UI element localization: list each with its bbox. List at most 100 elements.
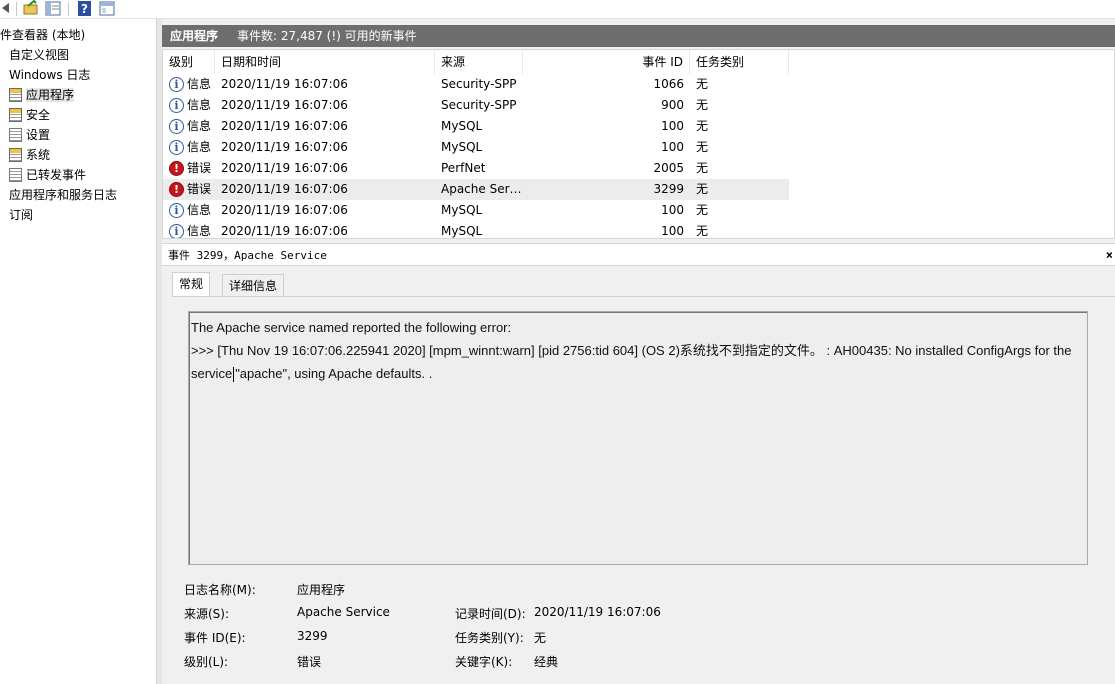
message-text: service — [191, 366, 233, 381]
table-row[interactable]: ! 错误 2020/11/19 16:07:06 Apache Ser… 3299 无 — [163, 179, 789, 200]
tree-item-app-service-logs[interactable]: 应用程序和服务日志 — [0, 185, 117, 205]
event-id-cell: 2005 — [653, 161, 684, 175]
message-line: service "apache", using Apache defaults. … — [191, 362, 1085, 385]
detail-title: 事件 3299，Apache Service — [168, 249, 327, 262]
forwarded-log-icon — [9, 167, 22, 182]
datetime-cell: 2020/11/19 16:07:06 — [221, 203, 348, 217]
tree-item-system[interactable]: 系统 — [9, 145, 50, 165]
table-row[interactable]: i 信息 2020/11/19 16:07:06 MySQL 100 无 — [163, 137, 789, 158]
log-name-value: 应用程序 — [297, 583, 346, 597]
datetime-cell: 2020/11/19 16:07:06 — [221, 224, 348, 238]
event-id-label: 事件 ID(E): — [184, 631, 246, 645]
info-icon: i — [169, 119, 184, 134]
message-line: >>> [Thu Nov 19 16:07:06.225941 2020] [m… — [191, 343, 1072, 358]
event-id-cell: 3299 — [653, 182, 684, 196]
source-cell: Apache Ser… — [441, 182, 522, 196]
task-category-cell: 无 — [696, 224, 709, 238]
column-header-datetime[interactable]: 日期和时间 — [215, 50, 435, 74]
source-cell: MySQL — [441, 224, 483, 238]
event-id-cell: 100 — [661, 119, 684, 133]
table-row[interactable]: i 信息 2020/11/19 16:07:06 MySQL 100 无 — [163, 116, 789, 137]
tab-general[interactable]: 常规 — [172, 272, 211, 297]
task-category-cell: 无 — [696, 203, 709, 217]
task-category-cell: 无 — [696, 119, 709, 133]
event-detail-pane: 事件 3299，Apache Service × 常规 详细信息 The Apa… — [162, 243, 1115, 684]
task-category-cell: 无 — [696, 182, 709, 196]
open-folder-icon[interactable] — [22, 0, 40, 17]
message-text: "apache", using Apache defaults. . — [235, 366, 433, 381]
source-cell: Security-SPP — [441, 77, 517, 91]
event-id-value: 3299 — [297, 629, 328, 643]
security-log-icon — [9, 107, 22, 122]
task-category-cell: 无 — [696, 98, 709, 112]
properties-pane-icon[interactable] — [98, 0, 116, 17]
info-icon: i — [169, 203, 184, 218]
toolbar-separator — [16, 2, 17, 16]
tree-item-forwarded-events[interactable]: 已转发事件 — [9, 165, 86, 185]
event-id-cell: 100 — [661, 203, 684, 217]
event-message-box[interactable]: The Apache service named reported the fo… — [188, 311, 1088, 565]
column-header-level[interactable]: 级别 — [163, 50, 215, 74]
source-label: 来源(S): — [184, 607, 230, 621]
toolbar: ? — [0, 0, 1115, 19]
info-icon: i — [169, 224, 184, 238]
event-id-cell: 900 — [661, 98, 684, 112]
event-id-cell: 100 — [661, 224, 684, 238]
table-row[interactable]: i 信息 2020/11/19 16:07:06 MySQL 100 无 — [163, 200, 789, 221]
datetime-cell: 2020/11/19 16:07:06 — [221, 98, 348, 112]
event-properties: 日志名称(M): 应用程序 来源(S): Apache Service 记录时间… — [184, 573, 1084, 683]
tree-item-subscriptions[interactable]: 订阅 — [0, 205, 33, 225]
keywords-value: 经典 — [534, 655, 559, 669]
tab-details[interactable]: 详细信息 — [222, 274, 285, 296]
source-cell: PerfNet — [441, 161, 486, 175]
datetime-cell: 2020/11/19 16:07:06 — [221, 140, 348, 154]
level-label: 级别(L): — [184, 655, 229, 669]
source-cell: MySQL — [441, 140, 483, 154]
datetime-cell: 2020/11/19 16:07:06 — [221, 119, 348, 133]
tree-item-security[interactable]: 安全 — [9, 105, 50, 125]
main-pane: 应用程序 事件数: 27,487 (!) 可用的新事件 级别 日期和时间 来源 … — [162, 25, 1115, 684]
toolbar-separator — [68, 2, 69, 16]
help-icon[interactable]: ? — [76, 0, 94, 17]
event-id-cell: 1066 — [653, 77, 684, 91]
table-row[interactable]: i 信息 2020/11/19 16:07:06 Security-SPP 900 无 — [163, 95, 789, 116]
setup-log-icon — [9, 127, 22, 142]
task-category-cell: 无 — [696, 140, 709, 154]
navigation-tree: 件查看器 (本地) 自定义视图 Windows 日志 应用程序 安全 设置 系统… — [0, 19, 157, 684]
datetime-cell: 2020/11/19 16:07:06 — [221, 77, 348, 91]
level-value: 错误 — [297, 655, 322, 669]
table-row[interactable]: ! 错误 2020/11/19 16:07:06 PerfNet 2005 无 — [163, 158, 789, 179]
table-row[interactable]: i 信息 2020/11/19 16:07:06 Security-SPP 1066 无 — [163, 74, 789, 95]
log-name-label: 日志名称(M): — [184, 583, 256, 597]
log-header-bar: 应用程序 事件数: 27,487 (!) 可用的新事件 — [162, 25, 1115, 47]
event-id-cell: 100 — [661, 140, 684, 154]
column-header-event-id[interactable]: 事件 ID — [523, 50, 690, 74]
info-icon: i — [169, 140, 184, 155]
general-tab-panel: The Apache service named reported the fo… — [172, 296, 1115, 684]
table-row[interactable]: i 信息 2020/11/19 16:07:06 MySQL 100 无 — [163, 221, 789, 238]
event-count: 事件数: 27,487 (!) 可用的新事件 — [237, 29, 417, 43]
log-title: 应用程序 — [170, 29, 219, 43]
close-detail-icon[interactable]: × — [1106, 244, 1113, 266]
source-cell: MySQL — [441, 119, 483, 133]
task-category-cell: 无 — [696, 161, 709, 175]
error-icon: ! — [169, 182, 184, 197]
logged-value: 2020/11/19 16:07:06 — [534, 605, 661, 619]
tree-item-custom-views[interactable]: 自定义视图 — [0, 45, 69, 65]
column-header-source[interactable]: 来源 — [435, 50, 523, 74]
show-hide-tree-icon[interactable] — [44, 0, 62, 17]
column-header-task-category[interactable]: 任务类别 — [690, 50, 789, 74]
tree-item-setup[interactable]: 设置 — [9, 125, 50, 145]
source-value: Apache Service — [297, 605, 390, 619]
tree-root[interactable]: 件查看器 (本地) — [0, 25, 85, 45]
svg-text:?: ? — [81, 2, 88, 16]
error-icon: ! — [169, 161, 184, 176]
keywords-label: 关键字(K): — [455, 655, 513, 669]
message-line: The Apache service named reported the fo… — [191, 320, 512, 335]
detail-title-bar: 事件 3299，Apache Service × — [162, 244, 1115, 266]
application-log-icon — [9, 87, 22, 102]
datetime-cell: 2020/11/19 16:07:06 — [221, 161, 348, 175]
task-category-value: 无 — [534, 631, 547, 645]
tree-item-windows-logs[interactable]: Windows 日志 — [0, 65, 90, 85]
tree-item-application[interactable]: 应用程序 — [9, 85, 75, 105]
